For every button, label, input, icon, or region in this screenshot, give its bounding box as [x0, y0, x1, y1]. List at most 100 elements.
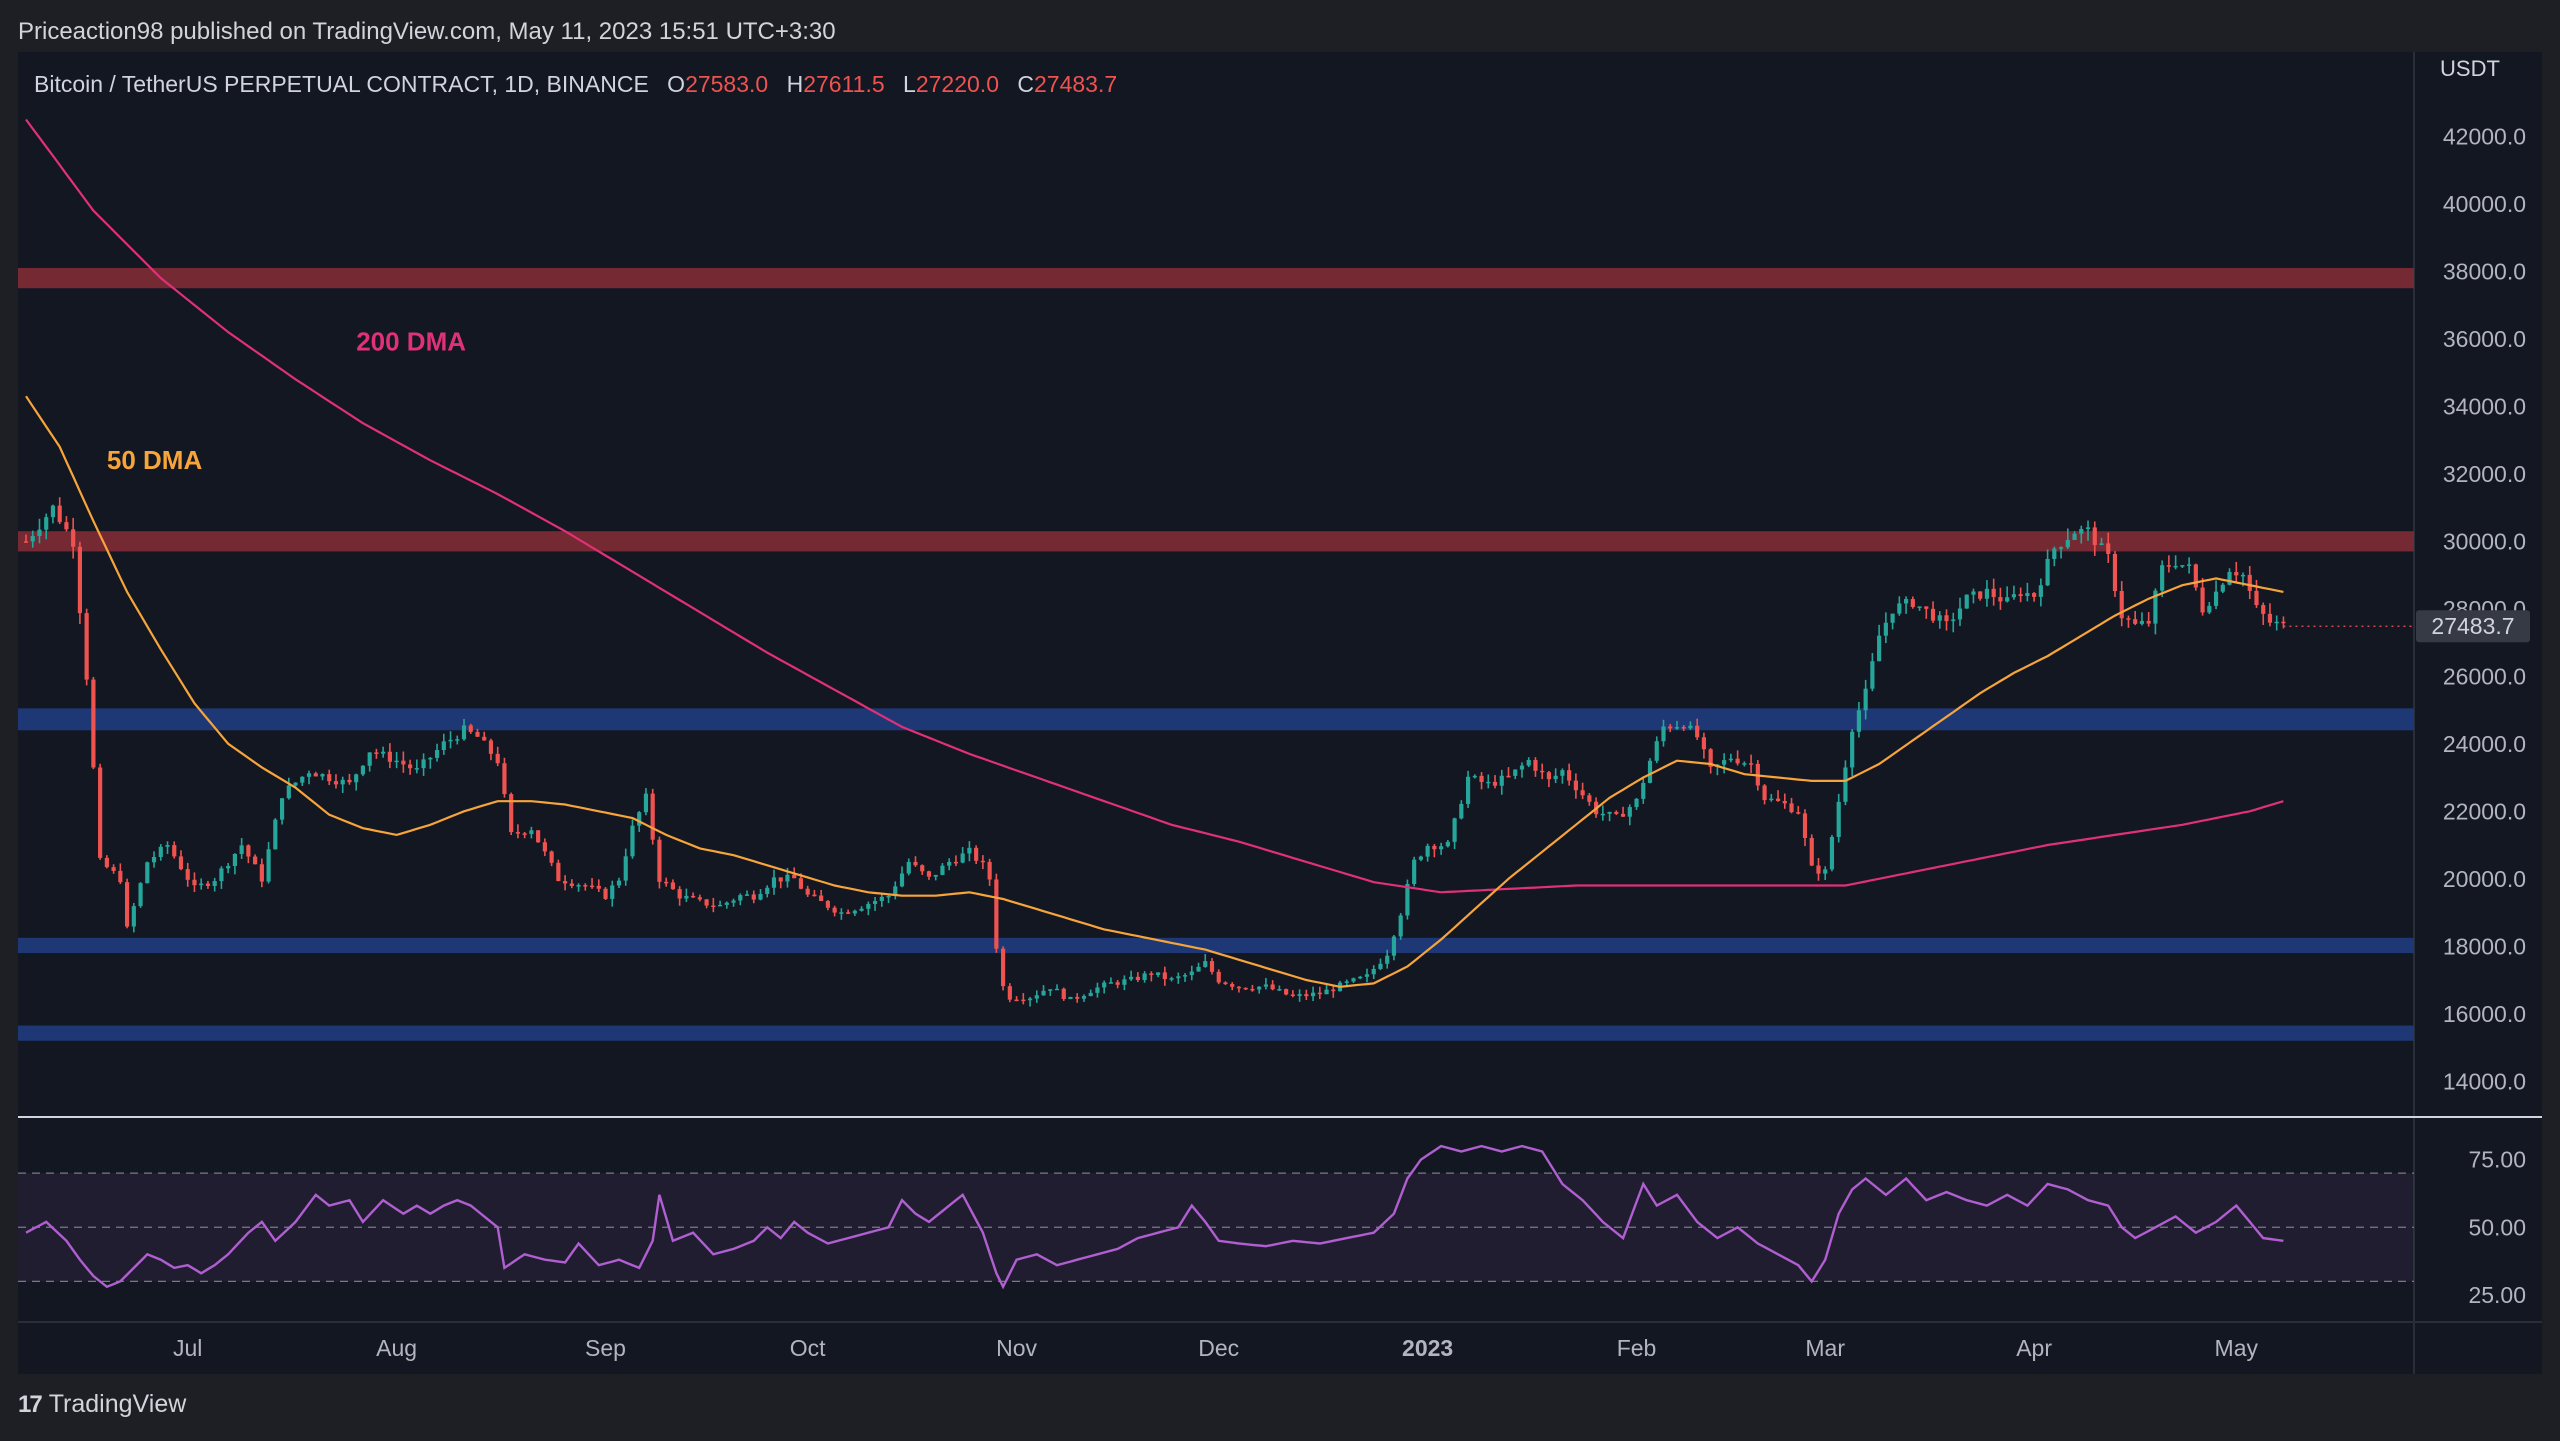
time-tick-label: 2023 — [1402, 1335, 1453, 1361]
high-label: H — [786, 71, 804, 97]
candle-body — [1903, 599, 1909, 604]
candle-body — [1998, 597, 2003, 602]
candle-body — [1587, 795, 1592, 802]
candle-body — [819, 895, 824, 901]
candle-body — [1378, 963, 1383, 969]
candle-body — [2220, 584, 2225, 592]
candle-body — [616, 880, 622, 886]
candle-body — [1297, 994, 1302, 996]
brand-name[interactable]: TradingView — [49, 1390, 187, 1419]
candle-body — [1937, 615, 1942, 621]
candle-body — [1620, 813, 1626, 817]
candle-body — [367, 752, 372, 766]
candle-body — [1001, 948, 1006, 987]
candle-body — [185, 869, 190, 880]
time-tick-label: Apr — [2016, 1335, 2052, 1361]
candle-body — [1775, 798, 1781, 801]
candle-body — [1061, 988, 1066, 999]
candle-body — [1445, 841, 1450, 847]
candle-body — [522, 833, 527, 835]
candle-body — [866, 903, 871, 909]
candle-body — [192, 879, 197, 886]
candle-body — [1856, 710, 1861, 732]
price-tick-label: 42000.0 — [2443, 123, 2526, 149]
candle-body — [1358, 976, 1363, 979]
candle-body — [118, 870, 123, 883]
candle-body — [1802, 813, 1808, 838]
candle-body — [765, 887, 770, 894]
candle-body — [2011, 594, 2016, 598]
candle-body — [2240, 574, 2246, 577]
candle-body — [293, 782, 298, 786]
candle-body — [1162, 972, 1167, 980]
candle-body — [2160, 565, 2165, 591]
candle-body — [630, 825, 635, 857]
candle-body — [1351, 978, 1356, 982]
candle-body — [1668, 726, 1673, 729]
candle-body — [920, 865, 925, 872]
candle-body — [1290, 994, 1295, 996]
candle-body — [1331, 989, 1336, 992]
candle-body — [1540, 770, 1545, 773]
candle-body — [1843, 767, 1848, 802]
candle-body — [1870, 661, 1875, 689]
time-tick-label: Sep — [585, 1335, 626, 1361]
candle-body — [974, 847, 979, 861]
candle-body — [1385, 955, 1390, 964]
zone-support-24800 — [18, 708, 2414, 731]
price-tick-label: 18000.0 — [2443, 933, 2526, 959]
candle-body — [461, 725, 467, 740]
candle-body — [1546, 772, 1552, 780]
candle-body — [1007, 986, 1012, 1000]
candle-body — [1452, 818, 1457, 842]
candle-body — [1149, 973, 1154, 976]
candle-body — [1304, 994, 1309, 997]
candle-body — [1364, 974, 1370, 977]
candle-body — [1263, 984, 1268, 987]
candle-body — [1196, 966, 1201, 972]
candle-body — [1169, 978, 1174, 980]
candle-body — [300, 776, 305, 783]
candle-body — [1836, 801, 1841, 837]
price-tick-label: 30000.0 — [2443, 528, 2526, 554]
candle-body — [1647, 760, 1653, 783]
candle-body — [933, 874, 938, 877]
candle-body — [623, 856, 628, 881]
candle-body — [2092, 527, 2097, 545]
candle-body — [1762, 785, 1767, 801]
candle-body — [1742, 763, 1747, 765]
candle-body — [1371, 968, 1376, 975]
candle-body — [1223, 982, 1228, 985]
candle-body — [563, 881, 568, 884]
candle-body — [131, 906, 136, 927]
candle-body — [381, 751, 386, 754]
candle-body — [1749, 763, 1754, 765]
candle-body — [1048, 989, 1053, 991]
candle-body — [2133, 619, 2138, 624]
candle-body — [23, 541, 29, 543]
candle-body — [1310, 992, 1316, 997]
candle-body — [57, 505, 62, 523]
candle-body — [1897, 603, 1902, 614]
candle-body — [1014, 999, 1019, 1002]
candle-body — [1034, 995, 1039, 999]
candle-body — [1277, 989, 1282, 991]
candle-body — [549, 851, 554, 863]
candle-body — [495, 753, 500, 764]
candle-body — [1823, 869, 1828, 874]
candle-body — [313, 773, 318, 777]
candle-body — [717, 904, 723, 907]
candle-body — [2038, 585, 2043, 597]
candle-body — [994, 879, 999, 949]
price-chart[interactable]: USDT 14000.0 16000.0 18000.0 20000.0 22000.0 2… — [18, 52, 2542, 1374]
candle-body — [1102, 982, 1107, 988]
candle-body — [158, 846, 163, 858]
candle-body — [2112, 553, 2118, 592]
candle-body — [987, 861, 992, 880]
rsi-tick-label: 25.00 — [2468, 1282, 2526, 1308]
candle-body — [1877, 635, 1882, 662]
candle-body — [1924, 606, 1929, 609]
candle-body — [1203, 961, 1208, 967]
candle-body — [1722, 760, 1727, 765]
price-tick-label: 16000.0 — [2443, 1001, 2526, 1027]
